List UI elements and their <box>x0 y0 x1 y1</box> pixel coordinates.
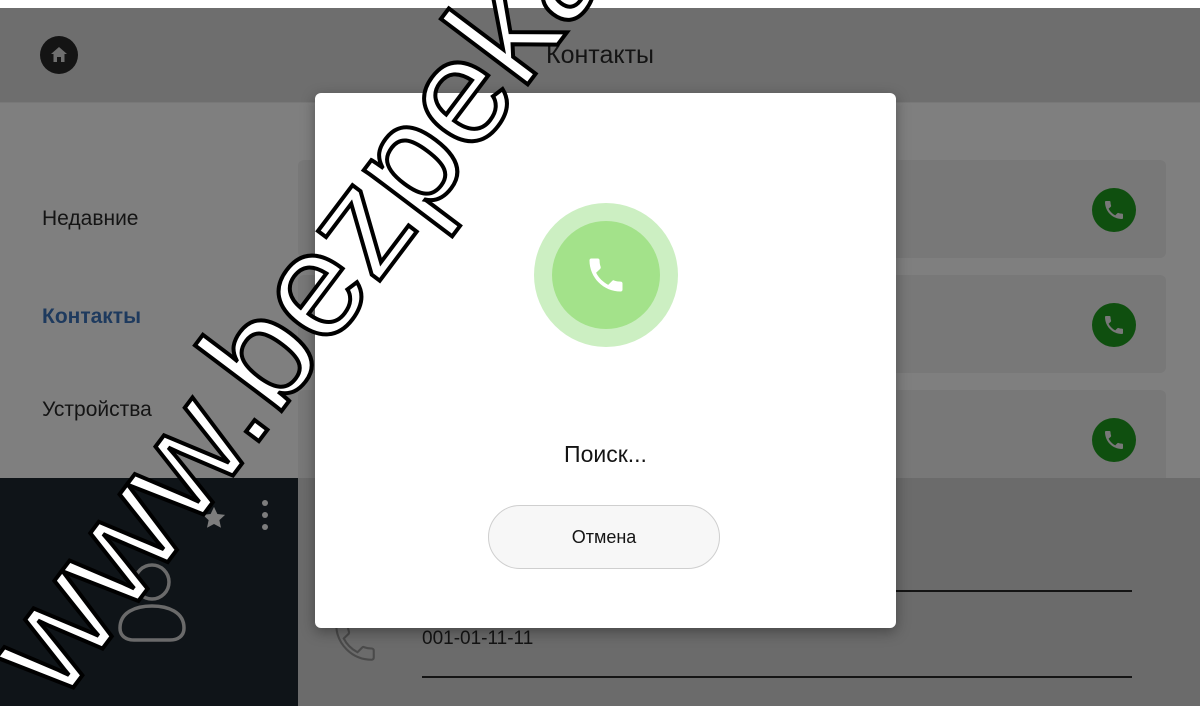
phone-call-icon <box>1105 316 1123 334</box>
phone-call-icon <box>589 258 623 292</box>
more-options-button[interactable] <box>258 500 272 542</box>
person-icon <box>118 563 186 642</box>
page-title: Контакты <box>546 41 654 69</box>
more-vertical-icon <box>262 500 268 506</box>
call-button[interactable] <box>1092 188 1136 232</box>
call-button[interactable] <box>1092 303 1136 347</box>
sidebar-item-recent[interactable]: Недавние <box>42 207 138 231</box>
search-status-text: Поиск... <box>564 441 647 467</box>
phone-call-icon <box>1105 201 1123 219</box>
favorite-button[interactable] <box>200 504 228 537</box>
sidebar-item-contacts[interactable]: Контакты <box>42 305 141 329</box>
contact-detail-header <box>0 478 298 706</box>
search-animation <box>534 203 678 347</box>
header-bar: Контакты <box>0 8 1200 103</box>
phone-call-icon <box>1105 431 1123 449</box>
star-icon <box>202 506 226 528</box>
sidebar: Недавние Контакты Устройства <box>0 103 298 477</box>
call-button[interactable] <box>1092 418 1136 462</box>
phone-field-underline <box>422 676 1132 678</box>
search-dialog: Поиск... Отмена <box>315 93 896 628</box>
cancel-button[interactable]: Отмена <box>488 505 720 569</box>
phone-number-value[interactable]: 001-01-11-11 <box>422 628 533 650</box>
sidebar-item-devices[interactable]: Устройства <box>42 398 152 422</box>
